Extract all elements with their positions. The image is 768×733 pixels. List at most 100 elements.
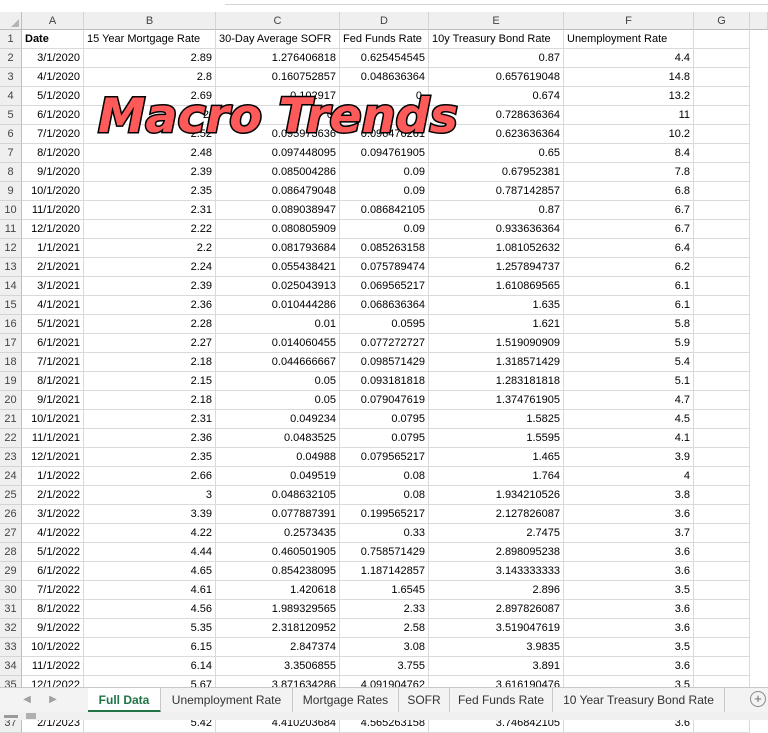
- value-cell[interactable]: 1.989329565: [216, 600, 340, 619]
- value-cell[interactable]: 6.4: [564, 239, 694, 258]
- column-title[interactable]: 30-Day Average SOFR: [216, 30, 340, 49]
- value-cell[interactable]: 0.010444286: [216, 296, 340, 315]
- empty-cell[interactable]: [694, 638, 750, 657]
- value-cell[interactable]: 6.1: [564, 277, 694, 296]
- value-cell[interactable]: 6.2: [564, 258, 694, 277]
- empty-cell[interactable]: [694, 581, 750, 600]
- row-number[interactable]: 15: [0, 296, 22, 315]
- value-cell[interactable]: 0.199565217: [340, 505, 429, 524]
- row-number[interactable]: 7: [0, 144, 22, 163]
- value-cell[interactable]: 6.7: [564, 220, 694, 239]
- value-cell[interactable]: 0.081793684: [216, 239, 340, 258]
- empty-cell[interactable]: [694, 106, 750, 125]
- value-cell[interactable]: 0.049234: [216, 410, 340, 429]
- value-cell[interactable]: 1.187142857: [340, 562, 429, 581]
- empty-cell[interactable]: [694, 258, 750, 277]
- value-cell[interactable]: 2.15: [84, 372, 216, 391]
- value-cell[interactable]: 0.758571429: [340, 543, 429, 562]
- row-number[interactable]: 12: [0, 239, 22, 258]
- empty-cell[interactable]: [694, 505, 750, 524]
- tab-10-year-treasury-bond-rate[interactable]: 10 Year Treasury Bond Rate: [553, 688, 725, 712]
- value-cell[interactable]: 3.5: [564, 581, 694, 600]
- value-cell[interactable]: 6.14: [84, 657, 216, 676]
- value-cell[interactable]: 0.0795: [340, 429, 429, 448]
- value-cell[interactable]: 0.05: [216, 372, 340, 391]
- row-number[interactable]: 8: [0, 163, 22, 182]
- date-cell[interactable]: 11/1/2022: [22, 657, 84, 676]
- value-cell[interactable]: 3.8: [564, 486, 694, 505]
- empty-cell[interactable]: [694, 353, 750, 372]
- date-cell[interactable]: 3/1/2021: [22, 277, 84, 296]
- value-cell[interactable]: 0.787142857: [429, 182, 564, 201]
- date-cell[interactable]: 11/1/2021: [22, 429, 84, 448]
- empty-cell[interactable]: [694, 87, 750, 106]
- value-cell[interactable]: 0.05: [216, 391, 340, 410]
- value-cell[interactable]: 5.8: [564, 315, 694, 334]
- value-cell[interactable]: 3.9835: [429, 638, 564, 657]
- empty-cell[interactable]: [694, 296, 750, 315]
- value-cell[interactable]: 0.079047619: [340, 391, 429, 410]
- row-number[interactable]: 26: [0, 505, 22, 524]
- row-number[interactable]: 32: [0, 619, 22, 638]
- column-header-f[interactable]: F: [564, 12, 694, 30]
- date-cell[interactable]: 3/1/2022: [22, 505, 84, 524]
- date-cell[interactable]: 10/1/2020: [22, 182, 84, 201]
- empty-cell[interactable]: [694, 657, 750, 676]
- value-cell[interactable]: 0.093181818: [340, 372, 429, 391]
- date-cell[interactable]: 2/1/2021: [22, 258, 84, 277]
- value-cell[interactable]: 0.67952381: [429, 163, 564, 182]
- value-cell[interactable]: 6.15: [84, 638, 216, 657]
- value-cell[interactable]: 3.7: [564, 524, 694, 543]
- value-cell[interactable]: 0.0595: [340, 315, 429, 334]
- value-cell[interactable]: 2.898095238: [429, 543, 564, 562]
- value-cell[interactable]: 0.094761905: [340, 144, 429, 163]
- row-number[interactable]: 20: [0, 391, 22, 410]
- value-cell[interactable]: 1.081052632: [429, 239, 564, 258]
- value-cell[interactable]: 0.08: [340, 467, 429, 486]
- value-cell[interactable]: 2.896: [429, 581, 564, 600]
- date-cell[interactable]: 7/1/2020: [22, 125, 84, 144]
- value-cell[interactable]: 1.519090909: [429, 334, 564, 353]
- value-cell[interactable]: 0.085004286: [216, 163, 340, 182]
- value-cell[interactable]: 3.755: [340, 657, 429, 676]
- date-cell[interactable]: 5/1/2022: [22, 543, 84, 562]
- date-cell[interactable]: 7/1/2022: [22, 581, 84, 600]
- value-cell[interactable]: 6.7: [564, 201, 694, 220]
- empty-cell[interactable]: [694, 277, 750, 296]
- value-cell[interactable]: 3.143333333: [429, 562, 564, 581]
- value-cell[interactable]: 0.0483525: [216, 429, 340, 448]
- value-cell[interactable]: 3.39: [84, 505, 216, 524]
- value-cell[interactable]: 2.31: [84, 410, 216, 429]
- value-cell[interactable]: 2.24: [84, 258, 216, 277]
- row-number[interactable]: 34: [0, 657, 22, 676]
- value-cell[interactable]: 0.055438421: [216, 258, 340, 277]
- chevron-left-icon[interactable]: ◀: [20, 693, 34, 707]
- value-cell[interactable]: 0.044666667: [216, 353, 340, 372]
- value-cell[interactable]: 0.069565217: [340, 277, 429, 296]
- value-cell[interactable]: 0.049519: [216, 467, 340, 486]
- date-cell[interactable]: 5/1/2021: [22, 315, 84, 334]
- value-cell[interactable]: 0.014060455: [216, 334, 340, 353]
- value-cell[interactable]: 1.635: [429, 296, 564, 315]
- row-number[interactable]: 1: [0, 30, 22, 49]
- value-cell[interactable]: 2.897826087: [429, 600, 564, 619]
- value-cell[interactable]: 4.5: [564, 410, 694, 429]
- date-cell[interactable]: 2/1/2022: [22, 486, 84, 505]
- value-cell[interactable]: 2.7475: [429, 524, 564, 543]
- value-cell[interactable]: 8.4: [564, 144, 694, 163]
- value-cell[interactable]: 0.080805909: [216, 220, 340, 239]
- value-cell[interactable]: 1.283181818: [429, 372, 564, 391]
- plus-circle-icon[interactable]: +: [750, 691, 766, 707]
- value-cell[interactable]: 1.934210526: [429, 486, 564, 505]
- value-cell[interactable]: 0.025043913: [216, 277, 340, 296]
- value-cell[interactable]: 5.4: [564, 353, 694, 372]
- row-number[interactable]: 23: [0, 448, 22, 467]
- value-cell[interactable]: 0.09: [340, 220, 429, 239]
- value-cell[interactable]: 0.086479048: [216, 182, 340, 201]
- row-number[interactable]: 24: [0, 467, 22, 486]
- column-header-e[interactable]: E: [429, 12, 564, 30]
- value-cell[interactable]: 2.39: [84, 163, 216, 182]
- date-cell[interactable]: 9/1/2021: [22, 391, 84, 410]
- value-cell[interactable]: 5.1: [564, 372, 694, 391]
- value-cell[interactable]: 2.66: [84, 467, 216, 486]
